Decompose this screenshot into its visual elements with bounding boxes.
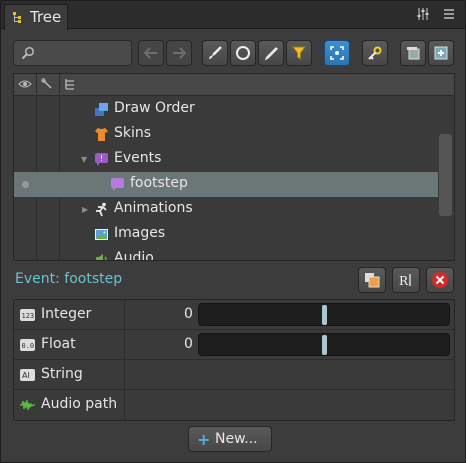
visibility-dot[interactable] [22, 181, 29, 188]
tree-item-label: footstep [130, 175, 188, 191]
delete-icon [432, 272, 448, 288]
svg-text:!: ! [100, 154, 103, 163]
tree-item-label: Images [114, 225, 166, 241]
tree-item-label: Draw Order [114, 100, 195, 116]
tree-item-label: Events [114, 150, 162, 166]
tab-tree[interactable]: Tree [4, 4, 68, 30]
plus-icon: + [197, 430, 211, 449]
brush-icon [209, 46, 222, 59]
circle-icon [236, 46, 250, 60]
audio-wave-icon [20, 399, 35, 411]
hierarchy-icon[interactable] [64, 78, 76, 90]
tree-item-draw-order[interactable]: Draw Order [14, 97, 438, 122]
svg-text:AI: AI [22, 371, 30, 380]
slider-thumb[interactable] [322, 335, 327, 355]
float-slider[interactable] [198, 333, 450, 356]
tree-item-footstep[interactable]: footstep [14, 172, 438, 197]
property-audio-path: Audio path [14, 390, 454, 420]
tree-view: Draw Order Skins ▼ ! Events footstep ▶ A… [13, 73, 455, 261]
duplicate-icon [365, 273, 380, 288]
events-icon: ! [95, 153, 108, 166]
key-button[interactable] [362, 40, 388, 66]
key-icon [368, 46, 382, 60]
tree-item-events[interactable]: ▼ ! Events [14, 147, 438, 172]
duplicate-button[interactable] [358, 267, 386, 293]
tree-panel: Tree Draw Order Skins ▼ ! Events footste… [0, 0, 466, 463]
tree-item-audio[interactable]: Audio [14, 247, 438, 261]
expand-arrow-icon[interactable]: ▼ [81, 155, 87, 164]
new-button-label: New... [215, 431, 258, 447]
tree-header [14, 74, 454, 96]
svg-text:R: R [399, 274, 409, 288]
pen-filter-button[interactable] [258, 40, 284, 66]
forward-button[interactable] [166, 40, 192, 66]
property-label: String [41, 366, 83, 382]
property-label: Integer [41, 306, 92, 322]
tree-item-label: Audio [114, 250, 154, 261]
visibility-eye-icon[interactable] [18, 78, 32, 90]
integer-icon: 123 [20, 309, 35, 321]
collapse-arrow-icon[interactable]: ▶ [82, 205, 88, 214]
event-properties: 123 Integer 0 0.0 Float 0 AI String Audi… [13, 299, 455, 421]
tree-item-images[interactable]: Images [14, 222, 438, 247]
rename-button[interactable]: R [392, 267, 420, 293]
collapse-icon [407, 47, 420, 60]
delete-button[interactable] [426, 267, 454, 293]
tab-title: Tree [30, 8, 62, 26]
rename-icon: R [399, 274, 411, 288]
integer-slider[interactable] [198, 303, 450, 326]
filter-button[interactable] [286, 40, 312, 66]
forward-arrow-icon [173, 47, 186, 59]
float-icon: 0.0 [20, 339, 35, 351]
collapse-button[interactable] [400, 40, 426, 66]
event-speech-icon [111, 178, 124, 191]
images-icon [95, 229, 108, 240]
filter-icon [292, 46, 306, 60]
brush-filter-button[interactable] [202, 40, 228, 66]
integer-value[interactable]: 0 [184, 306, 193, 322]
draw-order-icon [95, 103, 108, 116]
property-label: Audio path [41, 396, 118, 412]
bone-link-icon[interactable] [41, 78, 53, 90]
add-panel-button[interactable] [428, 40, 454, 66]
properties-title: Event: footstep [15, 271, 123, 287]
svg-text:123: 123 [22, 312, 35, 320]
circle-filter-button[interactable] [230, 40, 256, 66]
tree-item-label: Animations [114, 200, 193, 216]
back-button[interactable] [138, 40, 164, 66]
property-float: 0.0 Float 0 [14, 330, 454, 360]
pen-icon [264, 47, 278, 61]
property-label: Float [41, 336, 76, 352]
audio-icon [96, 254, 107, 260]
add-panel-icon [434, 46, 448, 60]
search-icon [21, 46, 35, 60]
svg-text:0.0: 0.0 [22, 342, 35, 350]
tree-scrollbar[interactable] [439, 134, 452, 216]
property-string: AI String [14, 360, 454, 390]
tab-bar: Tree [1, 1, 465, 30]
string-icon: AI [20, 369, 35, 381]
float-value[interactable]: 0 [184, 336, 193, 352]
settings-sliders-icon[interactable] [415, 6, 431, 22]
tree-item-skins[interactable]: Skins [14, 122, 438, 147]
tree-item-label: Skins [114, 125, 152, 141]
tree-icon [13, 12, 21, 23]
slider-thumb[interactable] [322, 305, 327, 325]
skins-icon [95, 128, 108, 141]
toolbar [13, 40, 455, 68]
new-button[interactable]: + New... [188, 426, 272, 452]
tree-item-animations[interactable]: ▶ Animations [14, 197, 438, 222]
animations-icon [96, 202, 107, 217]
search-input[interactable] [13, 40, 132, 66]
focus-icon [330, 46, 344, 60]
menu-icon[interactable] [441, 6, 457, 22]
property-integer: 123 Integer 0 [14, 300, 454, 330]
focus-button[interactable] [324, 40, 350, 66]
back-arrow-icon [144, 47, 157, 59]
